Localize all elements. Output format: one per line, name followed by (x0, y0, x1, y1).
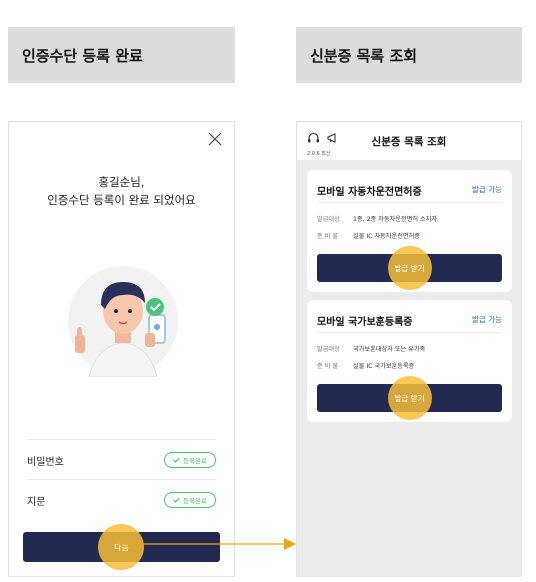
target-value: 1종, 2종 자동차운전면허 소지자 (353, 216, 438, 223)
status-badge: 등록완료 (164, 492, 216, 508)
status-badge-label: 등록완료 (183, 457, 207, 465)
greeting-name: 홍길순님, (98, 175, 145, 189)
target-value: 국가보훈대상자 또는 유가족 (353, 346, 426, 353)
right-section-header: 신분증 목록 조회 (296, 27, 522, 83)
status-badge: 등록완료 (164, 452, 216, 468)
top-bar: 신분증 목록 조회 2.0.6 최신 (297, 122, 521, 160)
prep-label: 준 비 물 (317, 363, 339, 370)
divider (317, 202, 502, 203)
check-icon (173, 457, 180, 463)
version-text: 2.0.6 최신 (307, 151, 331, 157)
prep-row: 준 비 물 실물 IC 국가보훈등록증 (317, 361, 414, 370)
issue-button[interactable]: 발급 받기 (317, 246, 502, 290)
card-title: 모바일 국가보훈등록증 (317, 317, 413, 328)
target-label: 발급대상 (317, 346, 340, 353)
status-badge-label: 등록완료 (183, 497, 207, 505)
card-status-link[interactable]: 발급 가능 (472, 314, 502, 325)
prep-label: 준 비 물 (317, 233, 339, 240)
target-label: 발급대상 (317, 216, 340, 223)
right-section-title: 신분증 목록 조회 (310, 46, 418, 65)
fingerprint-label: 지문 (27, 496, 46, 508)
id-card-veterans: 모바일 국가보훈등록증 발급 가능 발급대상 국가보훈대상자 또는 유가족 준 … (307, 300, 512, 422)
target-row: 발급대상 국가보훈대상자 또는 유가족 (317, 344, 425, 353)
close-icon[interactable] (208, 132, 222, 146)
divider (317, 332, 502, 333)
registration-complete-screen: 홍길순님, 인증수단 등록이 완료 되었어요 비밀번호 등록완료 지문 등록완료… (8, 121, 235, 577)
fingerprint-row: 지문 등록완료 (27, 479, 216, 520)
issue-button-label: 발급 받기 (394, 393, 425, 403)
page-title: 신분증 목록 조회 (371, 136, 447, 148)
left-section-header: 인증수단 등록 완료 (8, 27, 235, 83)
issue-button[interactable]: 발급 받기 (317, 376, 502, 420)
issue-button-label: 발급 받기 (394, 263, 425, 273)
prep-value: 실물 IC 국가보훈등록증 (353, 363, 415, 370)
check-icon (173, 497, 180, 503)
greeting-message: 인증수단 등록이 완료 되었어요 (47, 193, 196, 207)
card-status-link[interactable]: 발급 가능 (472, 184, 502, 195)
arrow-right-icon (118, 538, 296, 550)
id-list-screen: 신분증 목록 조회 2.0.6 최신 모바일 자동차운전면허증 발급 가능 발급… (296, 121, 522, 577)
card-title: 모바일 자동차운전면허증 (317, 187, 422, 198)
password-label: 비밀번호 (27, 456, 64, 468)
password-row: 비밀번호 등록완료 (27, 439, 216, 480)
prep-value: 실물 IC 자동차운전면허증 (353, 233, 421, 240)
person-thumbs-up-illustration (68, 266, 178, 377)
id-card-driver-license: 모바일 자동차운전면허증 발급 가능 발급대상 1종, 2종 자동차운전면허 소… (307, 170, 512, 292)
left-section-title: 인증수단 등록 완료 (22, 46, 143, 65)
target-row: 발급대상 1종, 2종 자동차운전면허 소지자 (317, 214, 437, 223)
prep-row: 준 비 물 실물 IC 자동차운전면허증 (317, 231, 420, 240)
